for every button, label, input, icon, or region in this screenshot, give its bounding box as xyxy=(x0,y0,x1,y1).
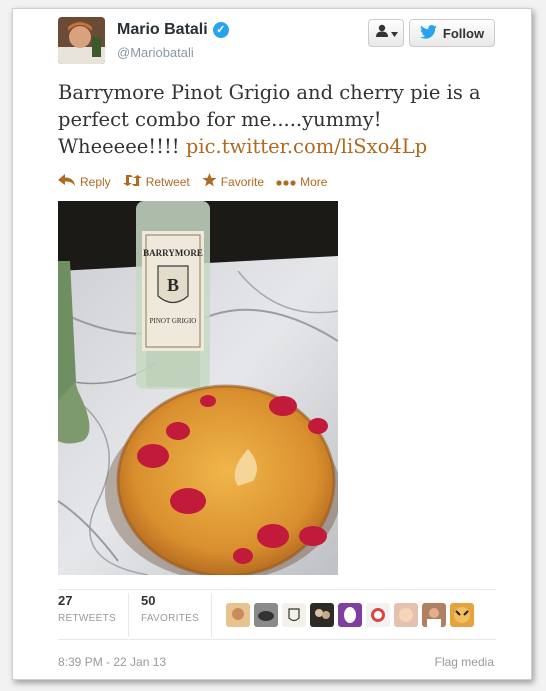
retweet-icon xyxy=(122,174,142,190)
favoriter-avatar[interactable] xyxy=(338,603,363,627)
more-dots-icon xyxy=(276,175,296,189)
follow-label: Follow xyxy=(442,25,485,41)
favoriters-avatars xyxy=(226,593,475,637)
more-label: More xyxy=(300,174,328,189)
retweet-action[interactable]: Retweet xyxy=(122,173,190,190)
user-handle[interactable]: @Mariobatali xyxy=(117,45,194,60)
favorite-action[interactable]: Favorite xyxy=(202,173,264,190)
favorites-label: FAVORITES xyxy=(140,613,200,624)
reply-icon xyxy=(58,173,76,190)
tweet-photo[interactable]: BARRYMORE B PINOT GRIGIO xyxy=(58,201,338,575)
tweet-actions: Reply Retweet Favorite More xyxy=(58,173,327,190)
user-actions-button[interactable] xyxy=(368,19,404,47)
twitter-bird-icon xyxy=(420,24,437,42)
retweets-label: RETWEETS xyxy=(58,613,116,624)
flag-media-link[interactable]: Flag media xyxy=(435,655,494,669)
retweets-stat[interactable]: 27 RETWEETS xyxy=(58,593,129,637)
retweets-count: 27 xyxy=(58,593,73,608)
tweet-stats: 27 RETWEETS 50 FAVORITES xyxy=(58,593,496,637)
follow-button[interactable]: Follow xyxy=(409,19,495,47)
favorites-stat[interactable]: 50 FAVORITES xyxy=(140,593,213,637)
favoriter-avatar[interactable] xyxy=(282,603,307,627)
stats-top-divider xyxy=(58,589,496,590)
avatar[interactable] xyxy=(58,17,105,64)
reply-label: Reply xyxy=(80,174,111,189)
label-monogram: B xyxy=(167,275,179,295)
more-action[interactable]: More xyxy=(276,173,327,190)
tweet-text: Barrymore Pinot Grigio and cherry pie is… xyxy=(58,79,498,160)
tweet-timestamp[interactable]: 8:39 PM - 22 Jan 13 xyxy=(58,655,166,669)
stats-bottom-divider xyxy=(58,639,496,640)
favorite-label: Favorite xyxy=(220,174,265,189)
tweet-card: Mario Batali ✓ @Mariobatali Follow Barry… xyxy=(12,8,532,680)
verified-badge-icon: ✓ xyxy=(212,22,229,38)
favoriter-avatar[interactable] xyxy=(422,603,447,627)
favoriter-avatar[interactable] xyxy=(310,603,335,627)
favoriter-avatar[interactable] xyxy=(254,603,279,627)
star-icon xyxy=(202,173,217,190)
label-variety: PINOT GRIGIO xyxy=(150,317,197,325)
favorites-count: 50 xyxy=(140,593,156,608)
favoriter-avatar[interactable] xyxy=(226,603,251,627)
retweet-label: Retweet xyxy=(145,174,190,189)
display-name-text[interactable]: Mario Batali xyxy=(117,21,208,39)
tweet-media-link[interactable]: pic.twitter.com/liSxo4Lp xyxy=(186,135,427,158)
caret-down-icon xyxy=(390,24,398,42)
favoriter-avatar[interactable] xyxy=(450,603,475,627)
reply-action[interactable]: Reply xyxy=(58,173,111,190)
favoriter-avatar[interactable] xyxy=(366,603,391,627)
person-icon xyxy=(375,24,389,42)
display-name[interactable]: Mario Batali ✓ xyxy=(117,21,229,39)
label-brand: BARRYMORE xyxy=(143,248,203,258)
favoriter-avatar[interactable] xyxy=(394,603,419,627)
